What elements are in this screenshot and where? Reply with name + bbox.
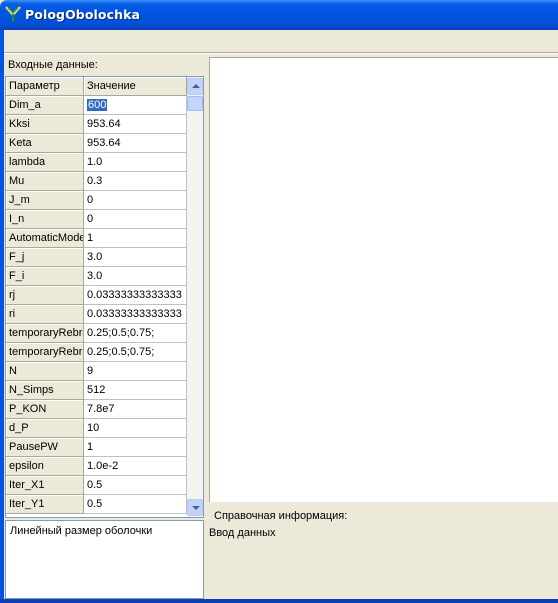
parameter-name-cell[interactable]: temporaryRebra (6, 343, 84, 362)
parameter-description: Линейный размер оболочки (5, 520, 204, 599)
title-bar[interactable]: PologObolochka (0, 0, 558, 30)
parameter-grid[interactable]: Параметр Значение Dim_a 600 Kksi 953.64 Keta… (5, 76, 204, 518)
parameter-value-cell[interactable]: 1 (84, 438, 187, 457)
parameter-name-cell[interactable]: F_i (6, 267, 84, 286)
parameter-name-cell[interactable]: Iter_Y1 (6, 495, 84, 514)
table-row[interactable]: Iter_X1 0.5 (6, 476, 187, 495)
table-row[interactable]: Keta 953.64 (6, 134, 187, 153)
parameter-name-cell[interactable]: N (6, 362, 84, 381)
parameter-name-cell[interactable]: Mu (6, 172, 84, 191)
parameter-name-cell[interactable]: Dim_a (6, 96, 84, 115)
parameter-name-cell[interactable]: d_P (6, 419, 84, 438)
parameter-value-cell[interactable]: 3.0 (84, 248, 187, 267)
table-row[interactable]: Iter_Y1 0.5 (6, 495, 187, 514)
table-row[interactable]: PausePW 1 (6, 438, 187, 457)
arrow-down-icon (192, 506, 200, 510)
app-logo-icon (5, 6, 21, 22)
table-row[interactable]: d_P 10 (6, 419, 187, 438)
table-row[interactable]: Dim_a 600 (6, 96, 187, 115)
parameter-value-cell[interactable]: 10 (84, 419, 187, 438)
parameter-name-cell[interactable]: P_KON (6, 400, 84, 419)
input-data-label: Входные данные: (8, 59, 98, 71)
column-header-value[interactable]: Значение (84, 77, 187, 96)
parameter-value-cell[interactable]: 7.8e7 (84, 400, 187, 419)
parameter-value-cell[interactable]: 0 (84, 210, 187, 229)
table-row[interactable]: P_KON 7.8e7 (6, 400, 187, 419)
parameter-value-cell[interactable]: 953.64 (84, 134, 187, 153)
parameter-value-cell[interactable]: 0.03333333333333 (84, 286, 187, 305)
scroll-up-button[interactable] (187, 78, 203, 95)
window-title: PologObolochka (25, 7, 141, 22)
table-row[interactable]: Mu 0.3 (6, 172, 187, 191)
menu-bar (4, 30, 558, 52)
scroll-down-button[interactable] (187, 499, 203, 516)
grid-body: Параметр Значение Dim_a 600 Kksi 953.64 Keta… (6, 77, 187, 517)
parameter-name-cell[interactable]: ri (6, 305, 84, 324)
parameter-name-cell[interactable]: temporaryRebra (6, 324, 84, 343)
parameter-value-cell[interactable]: 600 (84, 96, 187, 115)
parameter-value-cell[interactable]: 1.0 (84, 153, 187, 172)
parameter-name-cell[interactable]: epsilon (6, 457, 84, 476)
menu-separator (4, 52, 558, 54)
table-row[interactable]: ri 0.03333333333333 (6, 305, 187, 324)
parameter-value-cell[interactable]: 0.3 (84, 172, 187, 191)
info-label: Справочная информация: (214, 510, 348, 522)
parameter-name-cell[interactable]: J_m (6, 191, 84, 210)
table-row[interactable]: lambda 1.0 (6, 153, 187, 172)
parameter-value-cell[interactable]: 953.64 (84, 115, 187, 134)
parameter-value-cell[interactable]: 3.0 (84, 267, 187, 286)
table-row[interactable]: I_n 0 (6, 210, 187, 229)
table-row[interactable]: F_i 3.0 (6, 267, 187, 286)
table-row[interactable]: AutomaticMode 1 (6, 229, 187, 248)
table-row[interactable]: epsilon 1.0e-2 (6, 457, 187, 476)
drawing-area[interactable] (209, 57, 558, 502)
parameter-name-cell[interactable]: lambda (6, 153, 84, 172)
parameter-name-cell[interactable]: Keta (6, 134, 84, 153)
table-row[interactable]: rj 0.03333333333333 (6, 286, 187, 305)
parameter-name-cell[interactable]: N_Simps (6, 381, 84, 400)
parameter-value-cell[interactable]: 1 (84, 229, 187, 248)
scroll-thumb[interactable] (187, 96, 203, 111)
parameter-value-cell[interactable]: 0.25;0.5;0.75; (84, 324, 187, 343)
parameter-name-cell[interactable]: I_n (6, 210, 84, 229)
parameter-value-cell[interactable]: 0.5 (84, 476, 187, 495)
parameter-value-cell[interactable]: 0.5 (84, 495, 187, 514)
parameter-value-cell[interactable]: 0.25;0.5;0.75; (84, 343, 187, 362)
table-row[interactable]: Kksi 953.64 (6, 115, 187, 134)
table-row[interactable]: temporaryRebra 0.25;0.5;0.75; (6, 343, 187, 362)
parameter-name-cell[interactable]: AutomaticMode (6, 229, 84, 248)
info-text: Ввод данных (209, 527, 276, 539)
table-row[interactable]: N_Simps 512 (6, 381, 187, 400)
column-header-parameter[interactable]: Параметр (6, 77, 84, 96)
parameter-name-cell[interactable]: F_j (6, 248, 84, 267)
arrow-up-icon (192, 84, 200, 88)
parameter-name-cell[interactable]: Iter_X1 (6, 476, 84, 495)
parameter-name-cell[interactable]: rj (6, 286, 84, 305)
parameter-name-cell[interactable]: PausePW (6, 438, 84, 457)
parameter-name-cell[interactable]: Kksi (6, 115, 84, 134)
info-panel: Справочная информация: Ввод данных (209, 503, 558, 599)
window-frame-bottom (0, 599, 558, 603)
window-frame-left (0, 30, 4, 603)
parameter-value-cell[interactable]: 0.03333333333333 (84, 305, 187, 324)
table-row[interactable]: temporaryRebra 0.25;0.5;0.75; (6, 324, 187, 343)
selected-value-text[interactable]: 600 (87, 99, 108, 111)
parameter-value-cell[interactable]: 9 (84, 362, 187, 381)
parameter-value-cell[interactable]: 512 (84, 381, 187, 400)
table-row[interactable]: F_j 3.0 (6, 248, 187, 267)
parameter-value-cell[interactable]: 0 (84, 191, 187, 210)
grid-vertical-scrollbar[interactable] (187, 77, 203, 517)
table-row[interactable]: N9 (6, 362, 187, 381)
table-row[interactable]: J_m 0 (6, 191, 187, 210)
parameter-value-cell[interactable]: 1.0e-2 (84, 457, 187, 476)
